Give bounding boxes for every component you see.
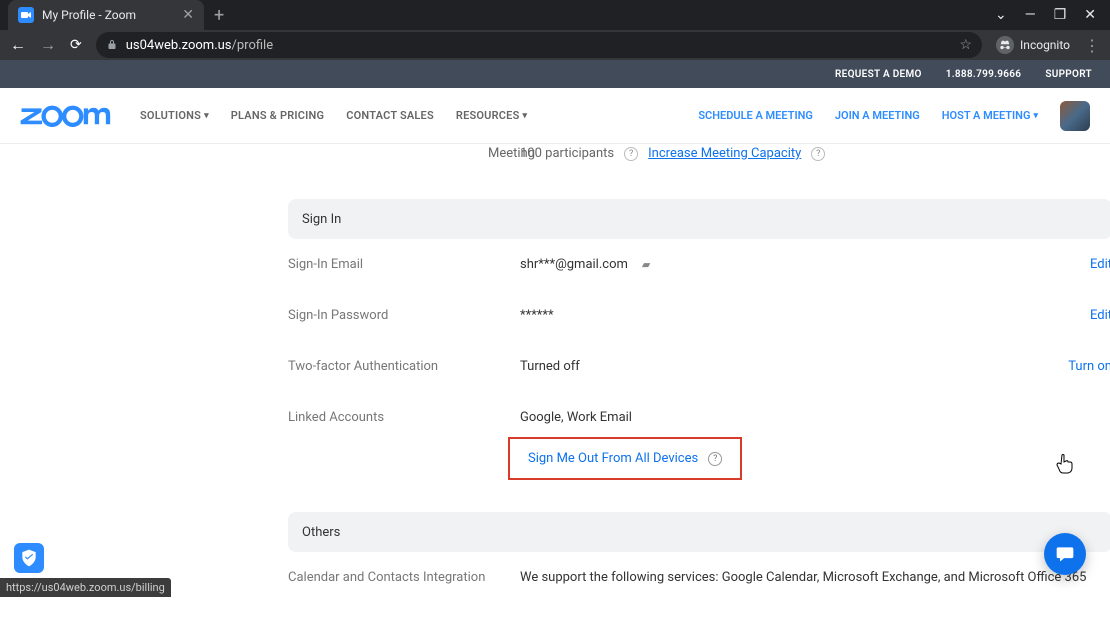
incognito-indicator[interactable]: Incognito bbox=[996, 36, 1070, 54]
linked-value: Google, Work Email bbox=[520, 410, 1110, 425]
profile-content: Meeting 100 participants ? Increase Meet… bbox=[248, 144, 1110, 627]
bookmark-star-icon[interactable]: ☆ bbox=[959, 37, 972, 53]
linked-label: Linked Accounts bbox=[288, 410, 520, 425]
chat-fab[interactable] bbox=[1044, 533, 1086, 575]
browser-chrome: My Profile - Zoom ✕ + ⌄ ― ❐ ✕ ← → ⟳ us04… bbox=[0, 0, 1110, 60]
security-shield-badge[interactable] bbox=[14, 543, 44, 573]
support-link[interactable]: SUPPORT bbox=[1045, 69, 1092, 80]
avatar[interactable] bbox=[1060, 101, 1090, 131]
edit-password-link[interactable]: Edit bbox=[1090, 308, 1110, 323]
maximize-icon[interactable]: ❐ bbox=[1054, 7, 1067, 23]
window-controls: ⌄ ― ❐ ✕ bbox=[981, 0, 1110, 30]
signin-email-value: shr***@gmail.com bbox=[520, 257, 628, 272]
incognito-icon bbox=[996, 36, 1014, 54]
lock-icon bbox=[106, 39, 118, 51]
section-signin: Sign In bbox=[288, 199, 1110, 239]
signin-password-row: Sign-In Password ****** Edit bbox=[288, 290, 1110, 341]
url-text: us04web.zoom.us/profile bbox=[126, 38, 273, 53]
twofa-row: Two-factor Authentication Turned off Tur… bbox=[288, 341, 1110, 392]
signin-email-row: Sign-In Email shr***@gmail.com ▰ Edit bbox=[288, 239, 1110, 290]
nav-contact[interactable]: CONTACT SALES bbox=[346, 109, 434, 122]
participants-value: 100 participants bbox=[520, 146, 614, 161]
twofa-value: Turned off bbox=[520, 359, 1068, 374]
nav-host[interactable]: HOST A MEETING▾ bbox=[942, 109, 1038, 122]
chevron-down-icon[interactable]: ⌄ bbox=[995, 7, 1007, 23]
nav-join[interactable]: JOIN A MEETING bbox=[835, 109, 920, 122]
meeting-capacity-row: Meeting 100 participants ? Increase Meet… bbox=[288, 144, 1110, 171]
zoom-logo[interactable] bbox=[20, 105, 112, 127]
help-icon[interactable]: ? bbox=[811, 147, 825, 161]
nav-resources[interactable]: RESOURCES▾ bbox=[456, 109, 527, 122]
hover-url-tooltip: https://us04web.zoom.us/billing bbox=[0, 578, 171, 597]
signin-password-label: Sign-In Password bbox=[288, 308, 520, 323]
main-nav: SOLUTIONS▾ PLANS & PRICING CONTACT SALES… bbox=[0, 88, 1110, 144]
address-bar: ← → ⟳ us04web.zoom.us/profile ☆ Incognit… bbox=[0, 30, 1110, 60]
twofa-label: Two-factor Authentication bbox=[288, 359, 520, 374]
calendar-label: Calendar and Contacts Integration bbox=[288, 570, 520, 585]
nav-solutions[interactable]: SOLUTIONS▾ bbox=[140, 109, 209, 122]
close-window-icon[interactable]: ✕ bbox=[1084, 7, 1096, 23]
new-tab-button[interactable]: + bbox=[214, 5, 224, 26]
tab-title: My Profile - Zoom bbox=[42, 8, 174, 22]
nav-schedule[interactable]: SCHEDULE A MEETING bbox=[698, 109, 813, 122]
linked-accounts-row: Linked Accounts Google, Work Email bbox=[288, 392, 1110, 433]
caret-down-icon: ▾ bbox=[1033, 111, 1038, 121]
caret-down-icon: ▾ bbox=[204, 111, 209, 121]
nav-left: SOLUTIONS▾ PLANS & PRICING CONTACT SALES… bbox=[140, 109, 527, 122]
tab-bar: My Profile - Zoom ✕ + ⌄ ― ❐ ✕ bbox=[0, 0, 1110, 30]
page-body: Meeting 100 participants ? Increase Meet… bbox=[0, 144, 1110, 627]
nav-right: SCHEDULE A MEETING JOIN A MEETING HOST A… bbox=[698, 101, 1090, 131]
utility-bar: REQUEST A DEMO 1.888.799.9666 SUPPORT bbox=[0, 60, 1110, 88]
tab-close-icon[interactable]: ✕ bbox=[182, 7, 194, 23]
caret-down-icon: ▾ bbox=[523, 111, 528, 121]
incognito-label: Incognito bbox=[1020, 38, 1070, 52]
request-demo-link[interactable]: REQUEST A DEMO bbox=[835, 69, 922, 80]
twofa-turnon-link[interactable]: Turn on bbox=[1068, 359, 1110, 374]
signin-email-label: Sign-In Email bbox=[288, 257, 520, 272]
help-icon[interactable]: ? bbox=[708, 452, 722, 466]
reload-button[interactable]: ⟳ bbox=[70, 37, 82, 53]
phone-link[interactable]: 1.888.799.9666 bbox=[946, 69, 1022, 80]
minimize-icon[interactable]: ― bbox=[1025, 7, 1036, 23]
badge-icon: ▰ bbox=[642, 258, 650, 271]
forward-button[interactable]: → bbox=[40, 35, 56, 55]
edit-email-link[interactable]: Edit bbox=[1090, 257, 1110, 272]
url-field[interactable]: us04web.zoom.us/profile ☆ bbox=[96, 32, 982, 58]
section-others: Others bbox=[288, 512, 1110, 552]
increase-capacity-link[interactable]: Increase Meeting Capacity bbox=[648, 146, 801, 161]
help-icon[interactable]: ? bbox=[624, 147, 638, 161]
zoom-favicon bbox=[18, 7, 34, 23]
calendar-desc: We support the following services: Googl… bbox=[520, 570, 1110, 585]
signin-password-value: ****** bbox=[520, 308, 1090, 323]
signout-all-devices-box: Sign Me Out From All Devices ? bbox=[508, 437, 742, 480]
nav-plans[interactable]: PLANS & PRICING bbox=[231, 109, 324, 122]
browser-menu-icon[interactable]: ⋮ bbox=[1084, 36, 1100, 55]
meeting-label: Meeting bbox=[288, 146, 520, 161]
browser-tab[interactable]: My Profile - Zoom ✕ bbox=[8, 0, 204, 30]
calendar-integration-row: Calendar and Contacts Integration We sup… bbox=[288, 552, 1110, 585]
back-button[interactable]: ← bbox=[10, 35, 26, 55]
signout-all-devices-link[interactable]: Sign Me Out From All Devices bbox=[528, 451, 698, 466]
